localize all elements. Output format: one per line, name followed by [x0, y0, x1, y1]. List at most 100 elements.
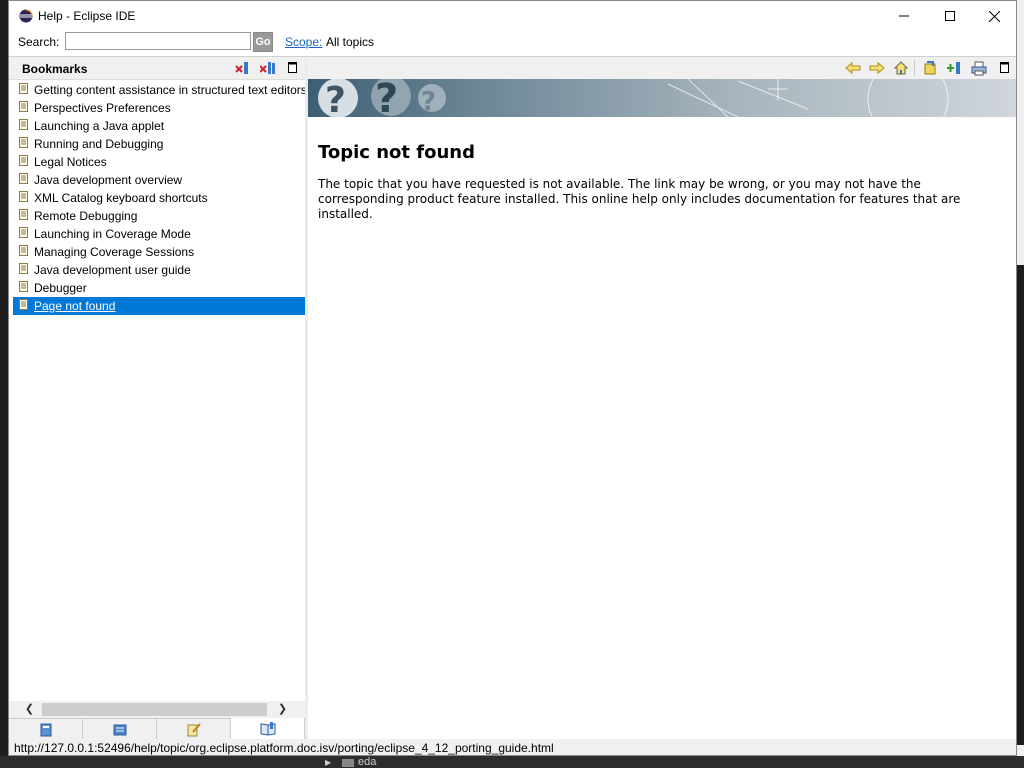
topic-page-icon — [19, 119, 28, 130]
maximize-button[interactable] — [927, 1, 973, 31]
bookmark-label: Remote Debugging — [34, 209, 138, 223]
close-button[interactable] — [971, 1, 1016, 31]
topic-page-icon — [19, 227, 28, 238]
bookmark-item[interactable]: Launching a Java applet — [13, 117, 305, 135]
page-message: The topic that you have requested is not… — [318, 177, 961, 221]
topic-page-icon — [19, 299, 28, 310]
scroll-right-icon[interactable]: ❯ — [274, 701, 291, 718]
bookmark-item[interactable]: Page not found — [13, 297, 305, 315]
bookmarks-title: Bookmarks — [22, 62, 88, 76]
bookmark-label: Debugger — [34, 281, 87, 295]
scope-value: All topics — [326, 35, 375, 49]
bookmarks-book-icon — [260, 721, 275, 736]
search-bar: Search: Go Scope: All topics — [9, 31, 1016, 55]
tab-bookmarks[interactable] — [231, 718, 305, 739]
bookmark-label: Perspectives Preferences — [34, 101, 171, 115]
index-icon — [113, 724, 126, 735]
tab-search-results[interactable] — [157, 718, 231, 740]
show-in-contents-icon[interactable] — [922, 60, 938, 76]
background-folder-label[interactable]: eda — [358, 756, 376, 768]
search-input[interactable] — [65, 32, 251, 50]
status-url: http://127.0.0.1:52496/help/topic/org.ec… — [14, 741, 554, 755]
maximize-view-icon[interactable] — [285, 61, 301, 75]
title-bar: Help - Eclipse IDE — [9, 1, 1016, 31]
print-icon[interactable] — [971, 60, 987, 76]
page-heading: Topic not found — [318, 142, 476, 163]
bookmark-label: Launching in Coverage Mode — [34, 227, 191, 241]
bookmark-item[interactable]: Managing Coverage Sessions — [13, 243, 305, 261]
bookmark-item[interactable]: Launching in Coverage Mode — [13, 225, 305, 243]
content-toolbar — [308, 57, 1016, 79]
horizontal-scrollbar[interactable]: ❮ ❯ — [9, 701, 305, 718]
delete-all-bookmarks-icon[interactable] — [260, 61, 276, 75]
topic-page-icon — [19, 281, 28, 292]
topic-page-icon — [19, 137, 28, 148]
background-editor-dark-area — [1017, 265, 1024, 745]
maximize-icon — [945, 11, 955, 21]
go-button[interactable]: Go — [253, 32, 273, 52]
bookmark-item[interactable]: Legal Notices — [13, 153, 305, 171]
delete-bookmark-icon[interactable] — [235, 61, 251, 75]
bookmarks-panel: Bookmarks Getting content assistance in … — [9, 57, 305, 740]
bookmark-item[interactable]: XML Catalog keyboard shortcuts — [13, 189, 305, 207]
bookmark-label: Running and Debugging — [34, 137, 164, 151]
bookmark-label: Getting content assistance in structured… — [34, 83, 305, 97]
bookmark-label: Java development user guide — [34, 263, 191, 277]
bookmark-label: Launching a Java applet — [34, 119, 165, 133]
eclipse-logo-icon — [19, 9, 33, 23]
bookmark-label: Page not found — [34, 299, 116, 313]
search-results-icon — [187, 722, 201, 736]
scroll-left-icon[interactable]: ❮ — [21, 701, 38, 718]
bookmark-item[interactable]: Debugger — [13, 279, 305, 297]
home-icon[interactable] — [893, 60, 909, 76]
bookmark-item[interactable]: Remote Debugging — [13, 207, 305, 225]
bookmark-label: Managing Coverage Sessions — [34, 245, 195, 259]
back-arrow-icon[interactable] — [845, 60, 861, 76]
topic-page-icon — [19, 191, 28, 202]
topic-page-icon — [19, 245, 28, 256]
minimize-button[interactable] — [881, 1, 927, 31]
tab-index[interactable] — [83, 718, 157, 740]
background-file-tree: ▶ eda — [0, 756, 1024, 768]
content-area: Bookmarks Getting content assistance in … — [9, 56, 1016, 740]
search-label: Search: — [18, 35, 60, 49]
window-title: Help - Eclipse IDE — [38, 9, 136, 23]
scope-link[interactable]: Scope: — [285, 35, 322, 49]
svg-text:?: ? — [375, 79, 398, 117]
topic-page-icon — [19, 83, 28, 94]
topic-page-icon — [19, 263, 28, 274]
maximize-content-icon[interactable] — [996, 60, 1012, 76]
minimize-icon — [899, 15, 909, 17]
bookmarks-header: Bookmarks — [9, 57, 305, 80]
svg-text:?: ? — [421, 87, 436, 117]
bookmark-item[interactable]: Getting content assistance in structured… — [13, 81, 305, 99]
content-panel: ? ? ? Topic not found The topic that you… — [308, 57, 1016, 740]
bookmarks-list: Getting content assistance in structured… — [13, 81, 305, 701]
bookmark-item[interactable]: Java development user guide — [13, 261, 305, 279]
forward-arrow-icon[interactable] — [869, 60, 885, 76]
contents-book-icon — [40, 723, 51, 736]
bookmark-item[interactable]: Running and Debugging — [13, 135, 305, 153]
bookmark-item[interactable]: Java development overview — [13, 171, 305, 189]
topic-page-icon — [19, 209, 28, 220]
bookmark-item[interactable]: Perspectives Preferences — [13, 99, 305, 117]
status-bar: http://127.0.0.1:52496/help/topic/org.ec… — [9, 739, 1016, 755]
document-body: Topic not found The topic that you have … — [318, 142, 1008, 222]
topic-page-icon — [19, 173, 28, 184]
scrollbar-thumb[interactable] — [42, 703, 267, 716]
expand-arrow-icon: ▶ — [325, 758, 332, 767]
tab-contents[interactable] — [9, 718, 83, 740]
toolbar-separator — [914, 60, 915, 76]
topic-page-icon — [19, 155, 28, 166]
bookmark-label: Java development overview — [34, 173, 183, 187]
close-icon — [988, 10, 1000, 22]
svg-text:?: ? — [325, 80, 346, 117]
help-banner: ? ? ? — [308, 79, 1016, 117]
help-banner-graphic: ? ? ? — [318, 79, 949, 117]
bookmark-label: XML Catalog keyboard shortcuts — [34, 191, 208, 205]
topic-page-icon — [19, 101, 28, 112]
bookmark-label: Legal Notices — [34, 155, 107, 169]
view-tabs — [9, 718, 305, 740]
add-bookmark-icon[interactable] — [946, 60, 962, 76]
help-window: Help - Eclipse IDE Search: Go Scope: All… — [8, 0, 1017, 756]
